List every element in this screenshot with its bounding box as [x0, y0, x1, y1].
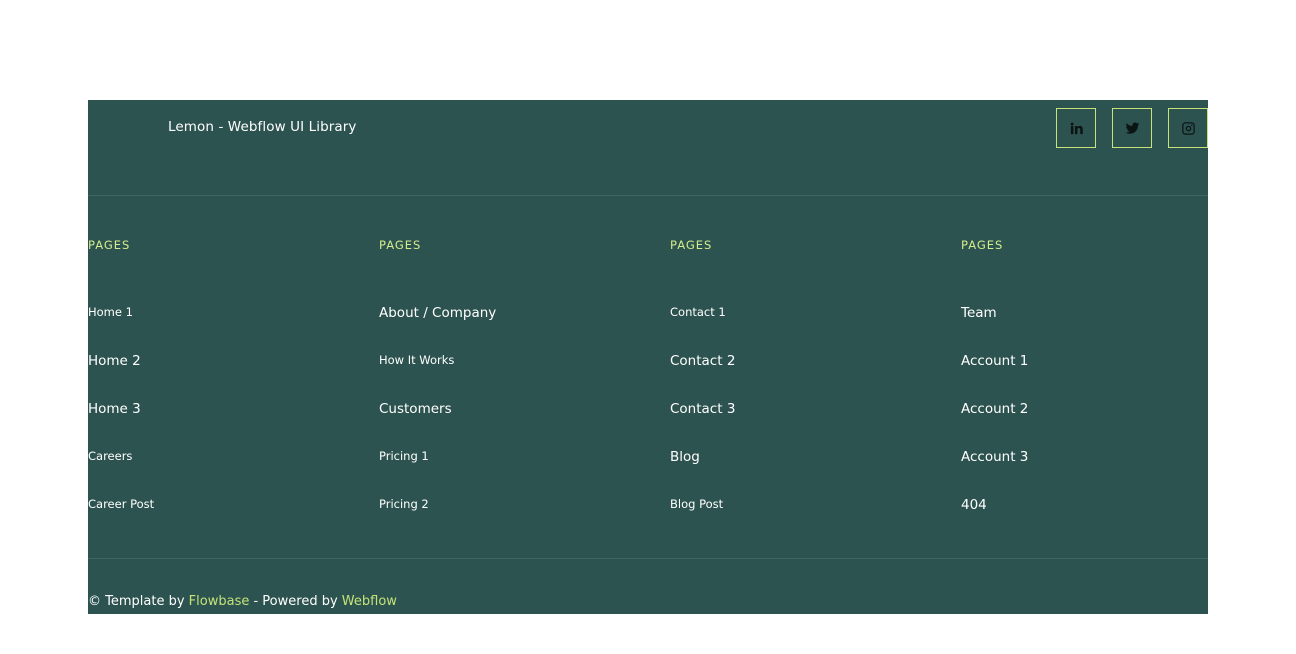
link-pricing-1[interactable]: Pricing 1: [379, 449, 429, 463]
twitter-icon: [1125, 122, 1139, 134]
twitter-button[interactable]: [1112, 108, 1152, 148]
copyright-prefix: © Template by: [88, 594, 189, 609]
column-title: PAGES: [670, 238, 713, 252]
top-divider: [88, 195, 1208, 196]
column-title: PAGES: [961, 238, 1004, 252]
link-about-company[interactable]: About / Company: [379, 305, 496, 321]
instagram-icon: [1181, 121, 1195, 135]
link-contact-3[interactable]: Contact 3: [670, 401, 735, 417]
link-account-3[interactable]: Account 3: [961, 449, 1028, 465]
link-careers[interactable]: Careers: [88, 449, 132, 463]
link-account-1[interactable]: Account 1: [961, 353, 1028, 369]
link-account-2[interactable]: Account 2: [961, 401, 1028, 417]
link-pricing-2[interactable]: Pricing 2: [379, 497, 429, 511]
linkedin-icon: [1070, 122, 1083, 134]
link-404[interactable]: 404: [961, 497, 987, 513]
column-title: PAGES: [379, 238, 422, 252]
link-contact-2[interactable]: Contact 2: [670, 353, 735, 369]
instagram-button[interactable]: [1168, 108, 1208, 148]
column-title: PAGES: [88, 238, 131, 252]
link-team[interactable]: Team: [961, 305, 997, 321]
copyright-line: © Template by Flowbase - Powered by Webf…: [88, 594, 397, 609]
site-footer: Lemon - Webflow UI Library PAGES Home 1 …: [88, 100, 1208, 614]
link-home-3[interactable]: Home 3: [88, 401, 141, 417]
bottom-divider: [88, 558, 1208, 559]
link-contact-1[interactable]: Contact 1: [670, 305, 726, 319]
link-how-it-works[interactable]: How It Works: [379, 353, 454, 367]
link-home-1[interactable]: Home 1: [88, 305, 133, 319]
linkedin-button[interactable]: [1056, 108, 1096, 148]
powered-prefix: - Powered by: [253, 594, 342, 609]
link-customers[interactable]: Customers: [379, 401, 452, 417]
link-blog-post[interactable]: Blog Post: [670, 497, 723, 511]
webflow-link[interactable]: Webflow: [342, 594, 397, 609]
brand-link[interactable]: Lemon - Webflow UI Library: [168, 119, 357, 135]
link-career-post[interactable]: Career Post: [88, 497, 154, 511]
flowbase-link[interactable]: Flowbase: [189, 594, 250, 609]
link-blog[interactable]: Blog: [670, 449, 700, 465]
link-home-2[interactable]: Home 2: [88, 353, 141, 369]
